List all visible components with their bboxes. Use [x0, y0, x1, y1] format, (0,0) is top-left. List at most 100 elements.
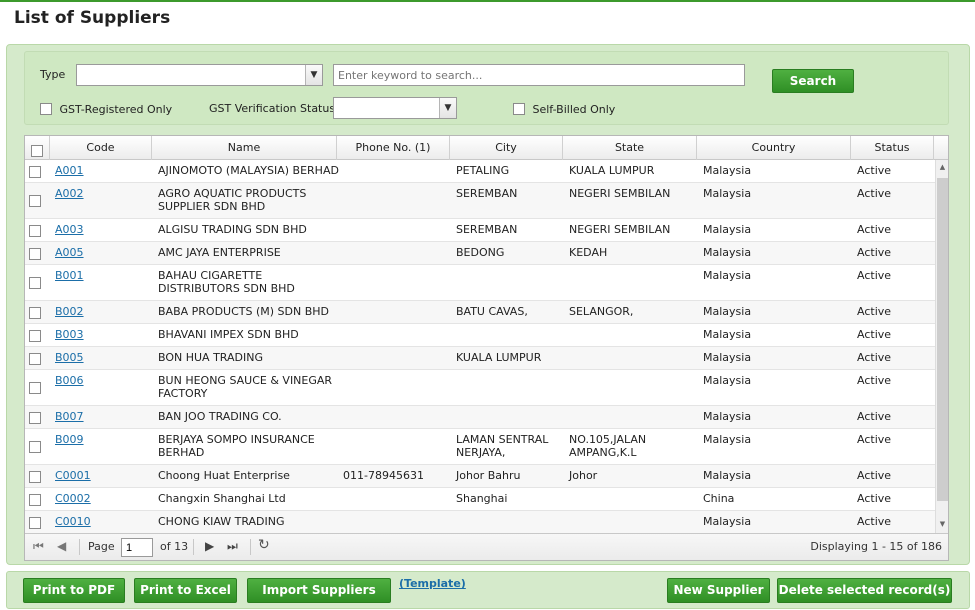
cell-country: China	[703, 492, 735, 505]
cell-code[interactable]: C0002	[55, 492, 91, 505]
cell-code[interactable]: A005	[55, 246, 84, 259]
row-checkbox[interactable]	[29, 330, 41, 342]
header-phone[interactable]: Phone No. (1)	[337, 136, 450, 160]
type-select[interactable]: ▼	[76, 64, 323, 86]
cell-code[interactable]: A003	[55, 223, 84, 236]
header-city[interactable]: City	[450, 136, 563, 160]
row-checkbox[interactable]	[29, 248, 41, 260]
header-state[interactable]: State	[563, 136, 697, 160]
table-row[interactable]: B002 BABA PRODUCTS (M) SDN BHD BATU CAVAS,…	[25, 301, 935, 324]
import-suppliers-button[interactable]: Import Suppliers	[247, 578, 391, 603]
table-row[interactable]: B005 BON HUA TRADING KUALA LUMPUR Malaysia A…	[25, 347, 935, 370]
page-count: of 13	[160, 540, 189, 553]
select-all-checkbox[interactable]	[31, 144, 43, 157]
cell-code[interactable]: B005	[55, 351, 84, 364]
table-row[interactable]: A005 AMC JAYA ENTERPRISE BEDONG KEDAH Malays…	[25, 242, 935, 265]
table-row[interactable]: B006 BUN HEONG SAUCE & VINEGAR FACTORY Mala…	[25, 370, 935, 406]
cell-status: Active	[857, 269, 892, 282]
print-excel-button[interactable]: Print to Excel	[134, 578, 237, 603]
row-checkbox[interactable]	[29, 412, 41, 424]
refresh-icon[interactable]: ↻	[258, 537, 270, 553]
cell-city-line1: LAMAN SENTRAL	[456, 433, 549, 446]
row-checkbox[interactable]	[29, 517, 41, 529]
cell-city-line2: NERJAYA,	[456, 446, 506, 459]
next-page-icon[interactable]: ▶	[205, 539, 214, 553]
header-status[interactable]: Status	[851, 136, 934, 160]
gst-registered-checkbox[interactable]	[40, 103, 52, 115]
row-checkbox[interactable]	[29, 382, 41, 394]
table-row[interactable]: B001 BAHAU CIGARETTE DISTRIBUTORS SDN BHD M…	[25, 265, 935, 301]
divider	[193, 539, 194, 555]
header-country[interactable]: Country	[697, 136, 851, 160]
first-page-icon[interactable]: ⏮	[33, 539, 44, 554]
table-row[interactable]: C0001 Choong Huat Enterprise 011-78945631 J…	[25, 465, 935, 488]
cell-code[interactable]: B009	[55, 433, 84, 446]
cell-name: BABA PRODUCTS (M) SDN BHD	[158, 305, 329, 318]
cell-city-line1: KUALA LUMPUR	[456, 351, 542, 364]
gst-verification-select[interactable]: ▼	[333, 97, 457, 119]
row-checkbox[interactable]	[29, 225, 41, 237]
cell-code[interactable]: B006	[55, 374, 84, 387]
scroll-down-icon[interactable]: ▼	[936, 520, 949, 528]
chevron-down-icon[interactable]: ▼	[439, 98, 456, 118]
main-panel: Type ▼ Search GST-Registered Only GST Ve…	[6, 44, 970, 565]
table-row[interactable]: A003 ALGISU TRADING SDN BHD SEREMBAN NEGERI…	[25, 219, 935, 242]
cell-city-line1: Johor Bahru	[456, 469, 521, 482]
cell-name-line1: BERJAYA SOMPO INSURANCE	[158, 433, 315, 446]
print-pdf-button[interactable]: Print to PDF	[23, 578, 125, 603]
cell-code[interactable]: B001	[55, 269, 84, 282]
table-row[interactable]: B007 BAN JOO TRADING CO. Malaysia Active	[25, 406, 935, 429]
cell-code[interactable]: A002	[55, 187, 84, 200]
table-row[interactable]: B009 BERJAYA SOMPO INSURANCE BERHAD LAMAN S…	[25, 429, 935, 465]
search-button[interactable]: Search	[772, 69, 854, 93]
cell-status: Active	[857, 433, 892, 446]
scroll-up-icon[interactable]: ▲	[936, 163, 949, 171]
row-checkbox[interactable]	[29, 353, 41, 365]
table-row[interactable]: C0010 CHONG KIAW TRADING Malaysia Active	[25, 511, 935, 534]
table-row[interactable]: C0002 Changxin Shanghai Ltd Shanghai China A…	[25, 488, 935, 511]
scroll-thumb[interactable]	[937, 178, 948, 501]
delete-selected-button[interactable]: Delete selected record(s)	[777, 578, 952, 603]
table-row[interactable]: B003 BHAVANI IMPEX SDN BHD Malaysia Active	[25, 324, 935, 347]
self-billed-checkbox-wrap[interactable]: Self-Billed Only	[513, 102, 615, 116]
cell-code[interactable]: B007	[55, 410, 84, 423]
table-row[interactable]: A001 AJINOMOTO (MALAYSIA) BERHAD PETALING K…	[25, 160, 935, 183]
row-checkbox[interactable]	[29, 195, 41, 207]
cell-status: Active	[857, 246, 892, 259]
self-billed-checkbox[interactable]	[513, 103, 525, 115]
row-checkbox[interactable]	[29, 494, 41, 506]
table-row[interactable]: A002 AGRO AQUATIC PRODUCTS SUPPLIER SDN BH…	[25, 183, 935, 219]
row-checkbox[interactable]	[29, 441, 41, 453]
gst-registered-checkbox-wrap[interactable]: GST-Registered Only	[40, 102, 172, 116]
header-name[interactable]: Name	[152, 136, 337, 160]
cell-city-line1: BEDONG	[456, 246, 505, 259]
row-checkbox[interactable]	[29, 277, 41, 289]
cell-code[interactable]: B002	[55, 305, 84, 318]
prev-page-icon[interactable]: ◀	[57, 539, 66, 553]
template-link[interactable]: (Template)	[399, 577, 466, 590]
chevron-down-icon[interactable]: ▼	[305, 65, 322, 85]
select-all-cell	[25, 136, 50, 160]
page-number-input[interactable]	[121, 538, 153, 557]
cell-name: BHAVANI IMPEX SDN BHD	[158, 328, 299, 341]
cell-state-line2: AMPANG,K.L	[569, 446, 637, 459]
search-input[interactable]	[333, 64, 745, 86]
cell-name: BAN JOO TRADING CO.	[158, 410, 282, 423]
last-page-icon[interactable]: ⏭	[227, 539, 238, 554]
cell-code[interactable]: C0001	[55, 469, 91, 482]
cell-code[interactable]: C0010	[55, 515, 91, 528]
grid-header: Code Name Phone No. (1) City State Count…	[25, 136, 948, 160]
vertical-scrollbar[interactable]: ▲ ▼	[935, 160, 948, 533]
cell-name: AMC JAYA ENTERPRISE	[158, 246, 281, 259]
filter-box: Type ▼ Search GST-Registered Only GST Ve…	[24, 51, 949, 125]
cell-city-line1: BATU CAVAS,	[456, 305, 528, 318]
new-supplier-button[interactable]: New Supplier	[667, 578, 770, 603]
row-checkbox[interactable]	[29, 166, 41, 178]
header-code[interactable]: Code	[50, 136, 152, 160]
cell-code[interactable]: B003	[55, 328, 84, 341]
cell-name: Changxin Shanghai Ltd	[158, 492, 286, 505]
cell-code[interactable]: A001	[55, 164, 84, 177]
cell-name: AGRO AQUATIC PRODUCTS SUPPLIER SDN BHD	[158, 187, 306, 213]
row-checkbox[interactable]	[29, 471, 41, 483]
row-checkbox[interactable]	[29, 307, 41, 319]
